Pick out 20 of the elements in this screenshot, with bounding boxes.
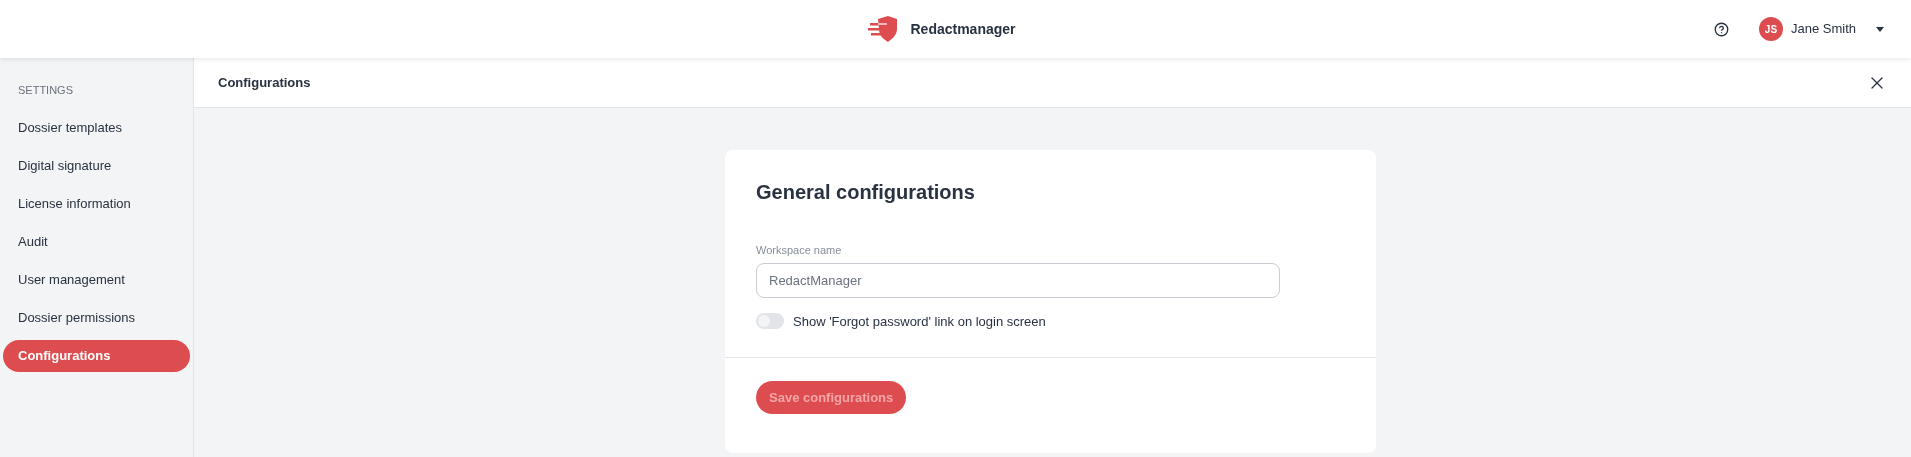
sidebar-item[interactable]: License information — [3, 187, 190, 220]
toggle-switch[interactable] — [756, 313, 784, 330]
caret-icon — [1876, 26, 1884, 32]
help-icon[interactable] — [1713, 21, 1729, 37]
app-name: Redactmanager — [910, 19, 1016, 39]
sidebar-item[interactable]: User management — [3, 263, 190, 296]
page-title: Configurations — [218, 73, 311, 92]
toggle-label: Show 'Forgot password' link on login screen — [793, 312, 1046, 331]
user-avatar: JS — [1758, 17, 1783, 41]
sidebar-item[interactable]: Dossier permissions — [3, 301, 190, 334]
user-menu[interactable]: JS Jane Smith — [1758, 17, 1884, 41]
card-title: General configurations — [756, 180, 976, 205]
sidebar-heading: SETTINGS — [17, 83, 74, 98]
shield-logo-icon — [868, 16, 899, 42]
field-label: Workspace name — [756, 243, 843, 258]
sidebar-item[interactable]: Audit — [3, 225, 190, 258]
workspace-name-field[interactable]: RedactManager — [756, 262, 1280, 298]
sidebar-item[interactable]: Configurations — [3, 339, 190, 372]
sidebar-item[interactable]: Dossier templates — [3, 111, 190, 144]
sidebar-item[interactable]: Digital signature — [3, 149, 190, 182]
